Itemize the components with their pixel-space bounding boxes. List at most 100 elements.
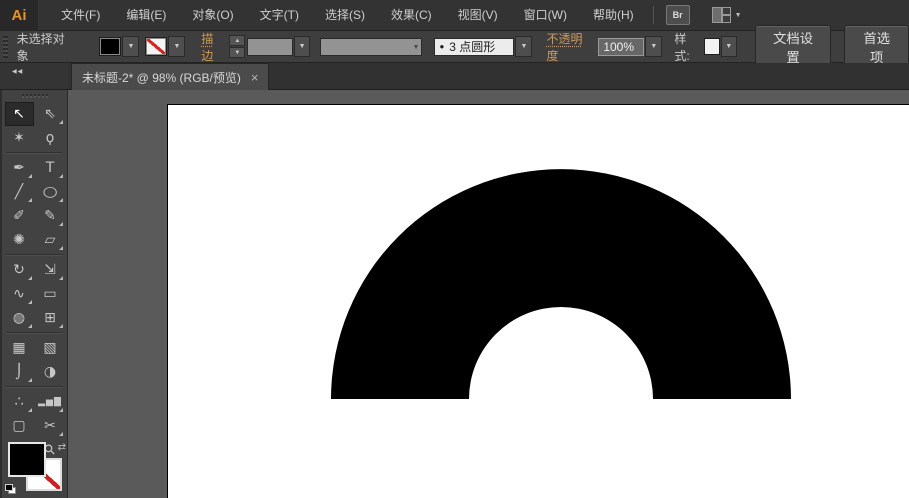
tool-line-segment[interactable]: ╱ — [5, 180, 34, 204]
tool-width[interactable]: ∿ — [5, 282, 34, 306]
slice-icon: ✂ — [44, 419, 56, 433]
menu-item-5[interactable]: 效果(C) — [378, 0, 445, 31]
default-fill-stroke-icon[interactable] — [5, 484, 16, 494]
tool-symbol-sprayer[interactable]: ∴ — [5, 390, 34, 414]
shape-builder-icon: ◍ — [13, 311, 25, 325]
tool-rotate[interactable]: ↻ — [5, 258, 34, 282]
stroke-weight-dropdown-button[interactable]: ▼ — [294, 36, 310, 57]
menu-item-0[interactable]: 文件(F) — [48, 0, 113, 31]
pencil-icon: ✎ — [44, 209, 56, 223]
ellipse-icon: ○ — [42, 185, 57, 199]
opacity-value-field[interactable]: 100% — [598, 38, 644, 56]
chevron-down-icon: ▼ — [725, 43, 732, 50]
tool-blob-brush[interactable]: ✺ — [5, 228, 34, 252]
collapse-panel-icon[interactable]: ◀◀ — [12, 68, 23, 75]
artwork — [168, 105, 909, 498]
canvas-pasteboard[interactable] — [68, 90, 909, 498]
tool-row: ▦▧ — [2, 336, 67, 360]
tool-blend[interactable]: ◑ — [36, 360, 65, 384]
tool-ellipse[interactable]: ○ — [36, 180, 65, 204]
opacity-dropdown-button[interactable]: ▼ — [645, 36, 662, 57]
opacity-panel-link[interactable]: 不透明度 — [546, 30, 590, 64]
menu-item-2[interactable]: 对象(O) — [179, 0, 246, 31]
tool-paintbrush[interactable]: ✐ — [5, 204, 34, 228]
menu-item-1[interactable]: 编辑(E) — [113, 0, 179, 31]
brush-field[interactable]: ● 3 点圆形 — [434, 38, 514, 56]
tool-selection[interactable]: ↖ — [5, 102, 34, 126]
free-transform-icon: ▭ — [43, 287, 56, 301]
tool-magic-wand[interactable]: ✶ — [5, 126, 34, 150]
tool-pen[interactable]: ✒ — [5, 156, 34, 180]
illustrator-window: Ai 文件(F)编辑(E)对象(O)文字(T)选择(S)效果(C)视图(V)窗口… — [0, 0, 909, 498]
menu-item-3[interactable]: 文字(T) — [247, 0, 312, 31]
app-logo: Ai — [0, 0, 38, 31]
swap-fill-stroke-icon[interactable]: ⇄ — [58, 442, 66, 453]
tool-slice[interactable]: ✂ — [36, 414, 65, 438]
stroke-color-control[interactable]: ▼ — [145, 36, 185, 57]
tool-perspective-grid[interactable]: ⊞ — [36, 306, 65, 330]
brush-dropdown-button[interactable]: ▼ — [515, 36, 532, 57]
scale-icon: ⇲ — [44, 263, 56, 277]
stroke-panel-link[interactable]: 描边 — [201, 30, 223, 64]
document-setup-button[interactable]: 文档设置 — [755, 25, 832, 69]
tool-direct-selection[interactable]: ⇖ — [36, 102, 65, 126]
tool-row: ↖⇖ — [2, 102, 67, 126]
tool-eyedropper[interactable]: ⌡ — [5, 360, 34, 384]
brush-definition-control[interactable]: ● 3 点圆形 ▼ — [434, 36, 532, 57]
style-swatch[interactable] — [704, 38, 720, 55]
tool-free-transform[interactable]: ▭ — [36, 282, 65, 306]
tool-pencil[interactable]: ✎ — [36, 204, 65, 228]
tools-list: ↖⇖✶ϙ✒T╱○✐✎✺▱↻⇲∿▭◍⊞▦▧⌡◑∴▂▅▇▢✂✋⚲ — [2, 102, 67, 462]
tool-gradient[interactable]: ▧ — [36, 336, 65, 360]
tool-column-graph[interactable]: ▂▅▇ — [36, 390, 65, 414]
tool-row: ✺▱ — [2, 228, 67, 252]
stroke-none-swatch[interactable] — [145, 37, 167, 56]
artboard[interactable] — [167, 104, 909, 498]
fill-indicator-black[interactable] — [8, 442, 46, 477]
stroke-weight-stepper[interactable]: ▲ ▼ — [229, 35, 245, 58]
fill-dropdown-button[interactable]: ▼ — [122, 36, 139, 57]
menu-item-7[interactable]: 窗口(W) — [511, 0, 580, 31]
tool-scale[interactable]: ⇲ — [36, 258, 65, 282]
document-tab[interactable]: 未标题-2* @ 98% (RGB/预览) × — [71, 63, 269, 90]
menu-item-4[interactable]: 选择(S) — [312, 0, 378, 31]
tool-type[interactable]: T — [36, 156, 65, 180]
stepper-down-icon[interactable]: ▼ — [229, 47, 245, 58]
menu-item-6[interactable]: 视图(V) — [445, 0, 511, 31]
fill-stroke-indicator: ⇄ — [6, 442, 66, 492]
stroke-weight-field[interactable] — [247, 38, 293, 56]
bridge-button[interactable]: Br — [666, 5, 690, 25]
tool-shape-builder[interactable]: ◍ — [5, 306, 34, 330]
flyout-triangle-icon — [59, 222, 63, 226]
menu-item-8[interactable]: 帮助(H) — [580, 0, 647, 31]
blob-brush-icon: ✺ — [13, 233, 25, 247]
tool-lasso[interactable]: ϙ — [36, 126, 65, 150]
preferences-button[interactable]: 首选项 — [844, 25, 909, 69]
panel-grip-icon[interactable] — [3, 36, 8, 58]
tool-eraser[interactable]: ▱ — [36, 228, 65, 252]
flyout-triangle-icon — [28, 198, 32, 202]
opacity-control[interactable]: 100% ▼ — [598, 36, 662, 57]
lasso-icon: ϙ — [46, 131, 55, 145]
fill-swatch[interactable] — [99, 37, 121, 56]
flyout-triangle-icon — [28, 378, 32, 382]
width-profile-dropdown[interactable]: ▼ — [320, 38, 423, 56]
stroke-dropdown-button[interactable]: ▼ — [168, 36, 185, 57]
fill-color-control[interactable]: ▼ — [99, 36, 139, 57]
tool-mesh[interactable]: ▦ — [5, 336, 34, 360]
stepper-up-icon[interactable]: ▲ — [229, 35, 245, 46]
artboard-icon: ▢ — [12, 419, 25, 433]
flyout-triangle-icon — [59, 198, 63, 202]
tool-row: ⌡◑ — [2, 360, 67, 384]
brush-name: 3 点圆形 — [449, 38, 495, 55]
black-arch-shape[interactable] — [331, 169, 791, 399]
workspace-switcher[interactable]: ▼ — [712, 7, 742, 23]
document-tab-bar: ◀◀ 未标题-2* @ 98% (RGB/预览) × — [0, 63, 909, 90]
panel-drag-grip[interactable] — [2, 90, 67, 102]
tool-group-separator — [6, 152, 63, 154]
close-icon[interactable]: × — [251, 71, 259, 84]
tool-artboard[interactable]: ▢ — [5, 414, 34, 438]
style-dropdown-button[interactable]: ▼ — [721, 36, 737, 57]
mesh-icon: ▦ — [12, 341, 25, 355]
flyout-triangle-icon — [28, 300, 32, 304]
